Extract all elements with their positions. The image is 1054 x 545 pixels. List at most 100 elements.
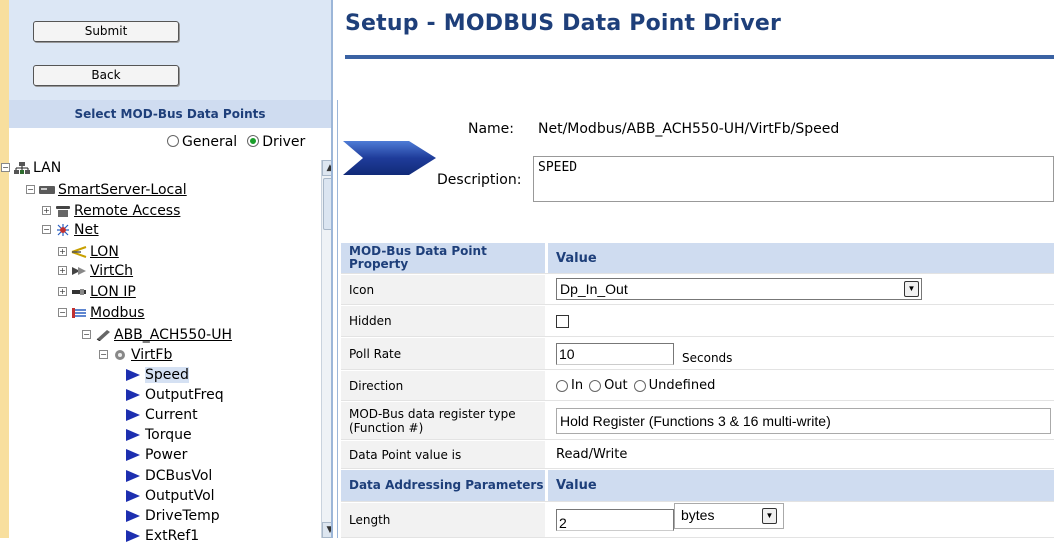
collapse-icon[interactable]: −	[42, 225, 51, 234]
collapse-icon[interactable]: −	[26, 185, 35, 194]
length-input[interactable]: 2	[556, 509, 674, 531]
data-point-item[interactable]: OutputVol	[126, 487, 215, 504]
grid-header-properties: MOD-Bus Data Point Property Value	[341, 243, 1054, 274]
icon-select[interactable]: Dp_In_Out ▼	[556, 278, 922, 300]
tree-margin-stripe	[0, 0, 9, 538]
data-point-item[interactable]: Torque	[126, 427, 192, 444]
access-label: Data Point value is	[341, 441, 545, 468]
tree-node-virtch[interactable]: + VirtCh	[58, 262, 133, 279]
expand-icon[interactable]: +	[42, 206, 51, 215]
grid-header-property-col: MOD-Bus Data Point Property	[341, 243, 545, 273]
tree-panel-heading: Select MOD-Bus Data Points	[9, 100, 331, 128]
scroll-up-icon[interactable]: ▲	[322, 160, 331, 176]
scroll-down-icon[interactable]: ▼	[322, 522, 331, 538]
data-point-item[interactable]: Speed	[126, 366, 189, 383]
data-point-item[interactable]: DCBusVol	[126, 467, 212, 484]
expand-icon[interactable]: +	[58, 287, 67, 296]
tree-label-modbus[interactable]: Modbus	[90, 305, 145, 321]
tree-label-lon[interactable]: LON	[90, 244, 119, 260]
collapse-icon[interactable]: −	[58, 308, 67, 317]
tree-node-lan[interactable]: − LAN	[1, 159, 61, 176]
length-label: Length	[341, 503, 545, 537]
lon-ip-icon	[72, 288, 86, 295]
data-point-icon	[126, 449, 140, 462]
tree-node-net[interactable]: − Net	[42, 221, 99, 238]
phone-icon	[56, 205, 70, 217]
tree-label-smartserver[interactable]: SmartServer-Local	[58, 182, 187, 198]
description-field[interactable]: SPEED	[533, 156, 1054, 202]
radio-general-label: General	[182, 134, 238, 150]
description-label: Description:	[437, 172, 522, 188]
radio-driver-button[interactable]	[247, 135, 260, 147]
data-point-item[interactable]: DriveTemp	[126, 507, 220, 524]
radio-driver[interactable]: Driver	[247, 134, 305, 150]
data-point-icon	[126, 368, 140, 381]
collapse-icon[interactable]: −	[99, 350, 108, 359]
tree-node-lon-ip[interactable]: + LON IP	[58, 283, 136, 300]
direction-in-radio[interactable]	[556, 379, 568, 392]
grid-header-addressing: Data Addressing Parameters Value	[341, 470, 1054, 502]
radio-general-button[interactable]	[167, 135, 179, 147]
data-point-item[interactable]: OutputFreq	[126, 386, 224, 403]
direction-undefined-radio[interactable]	[633, 379, 646, 392]
virtual-channel-icon	[72, 266, 86, 275]
tree-node-smartserver[interactable]: − SmartServer-Local	[26, 181, 187, 198]
row-hidden: Hidden	[341, 306, 1054, 337]
tree-scrollbar[interactable]: ▲ ▼	[321, 160, 331, 538]
collapse-icon[interactable]: −	[1, 163, 10, 172]
tree-label-remote-access[interactable]: Remote Access	[74, 203, 180, 219]
hidden-checkbox[interactable]	[556, 314, 569, 328]
tree-label-lon-ip[interactable]: LON IP	[90, 284, 136, 300]
poll-rate-input[interactable]: 10	[556, 342, 674, 365]
tree-label-device[interactable]: ABB_ACH550-UH	[114, 327, 232, 343]
data-point-label: Torque	[145, 427, 192, 444]
tree-label-virtfb[interactable]: VirtFb	[131, 347, 172, 363]
data-point-icon	[126, 408, 140, 421]
data-point-label: OutputFreq	[145, 386, 224, 403]
length-unit-select[interactable]: bytes ▼	[674, 503, 784, 529]
tree-node-modbus[interactable]: − Modbus	[58, 304, 145, 321]
radio-general[interactable]: General	[167, 134, 237, 150]
direction-radios: In Out Undefined	[548, 371, 1054, 400]
button-panel: Submit Back	[9, 0, 333, 100]
tree-node-device[interactable]: − ABB_ACH550-UH	[82, 326, 232, 343]
direction-in-label: In	[571, 378, 584, 393]
row-direction: Direction In Out Undefined	[341, 371, 1054, 401]
data-point-item[interactable]: Current	[126, 406, 198, 423]
direction-in[interactable]: In	[556, 378, 583, 393]
collapse-icon[interactable]: −	[82, 330, 91, 339]
data-point-label: DriveTemp	[145, 507, 220, 524]
tree-label-virtch[interactable]: VirtCh	[90, 263, 133, 279]
direction-label: Direction	[341, 371, 545, 400]
chevron-down-icon[interactable]: ▼	[762, 508, 777, 524]
tree-label-net[interactable]: Net	[74, 222, 99, 238]
grid-header-addressing-value-col: Value	[548, 470, 1054, 501]
direction-undefined[interactable]: Undefined	[633, 378, 715, 393]
register-type-select[interactable]: Hold Register (Functions 3 & 16 multi-wr…	[556, 407, 1051, 434]
page-title: Setup - MODBUS Data Point Driver	[345, 11, 782, 36]
grid-header-addressing-col: Data Addressing Parameters	[341, 470, 545, 501]
scroll-thumb[interactable]	[323, 178, 331, 230]
back-button[interactable]: Back	[33, 65, 179, 86]
chevron-arrow-icon	[343, 141, 436, 175]
access-value: Read/Write	[548, 441, 1054, 468]
direction-out-radio[interactable]	[589, 379, 602, 392]
grid-header-value-col: Value	[548, 243, 1054, 273]
data-point-label: Current	[145, 406, 198, 423]
row-access: Data Point value is Read/Write	[341, 441, 1054, 469]
submit-button[interactable]: Submit	[33, 21, 179, 42]
tree-node-remote-access[interactable]: + Remote Access	[42, 202, 180, 219]
data-point-label: OutputVol	[145, 487, 215, 504]
chevron-down-icon[interactable]: ▼	[904, 281, 919, 297]
tree-node-virtfb[interactable]: − VirtFb	[99, 346, 172, 363]
data-point-icon	[126, 530, 140, 543]
direction-out[interactable]: Out	[589, 378, 628, 393]
data-point-item[interactable]: Power	[126, 447, 187, 464]
register-type-label: MOD-Bus data register type (Function #)	[341, 402, 545, 439]
radio-driver-label: Driver	[262, 134, 306, 150]
expand-icon[interactable]: +	[58, 247, 67, 256]
tree-node-lon[interactable]: + LON	[58, 243, 119, 260]
expand-icon[interactable]: +	[58, 266, 67, 275]
data-point-item[interactable]: ExtRef1	[126, 528, 199, 545]
network-icon	[14, 161, 30, 174]
